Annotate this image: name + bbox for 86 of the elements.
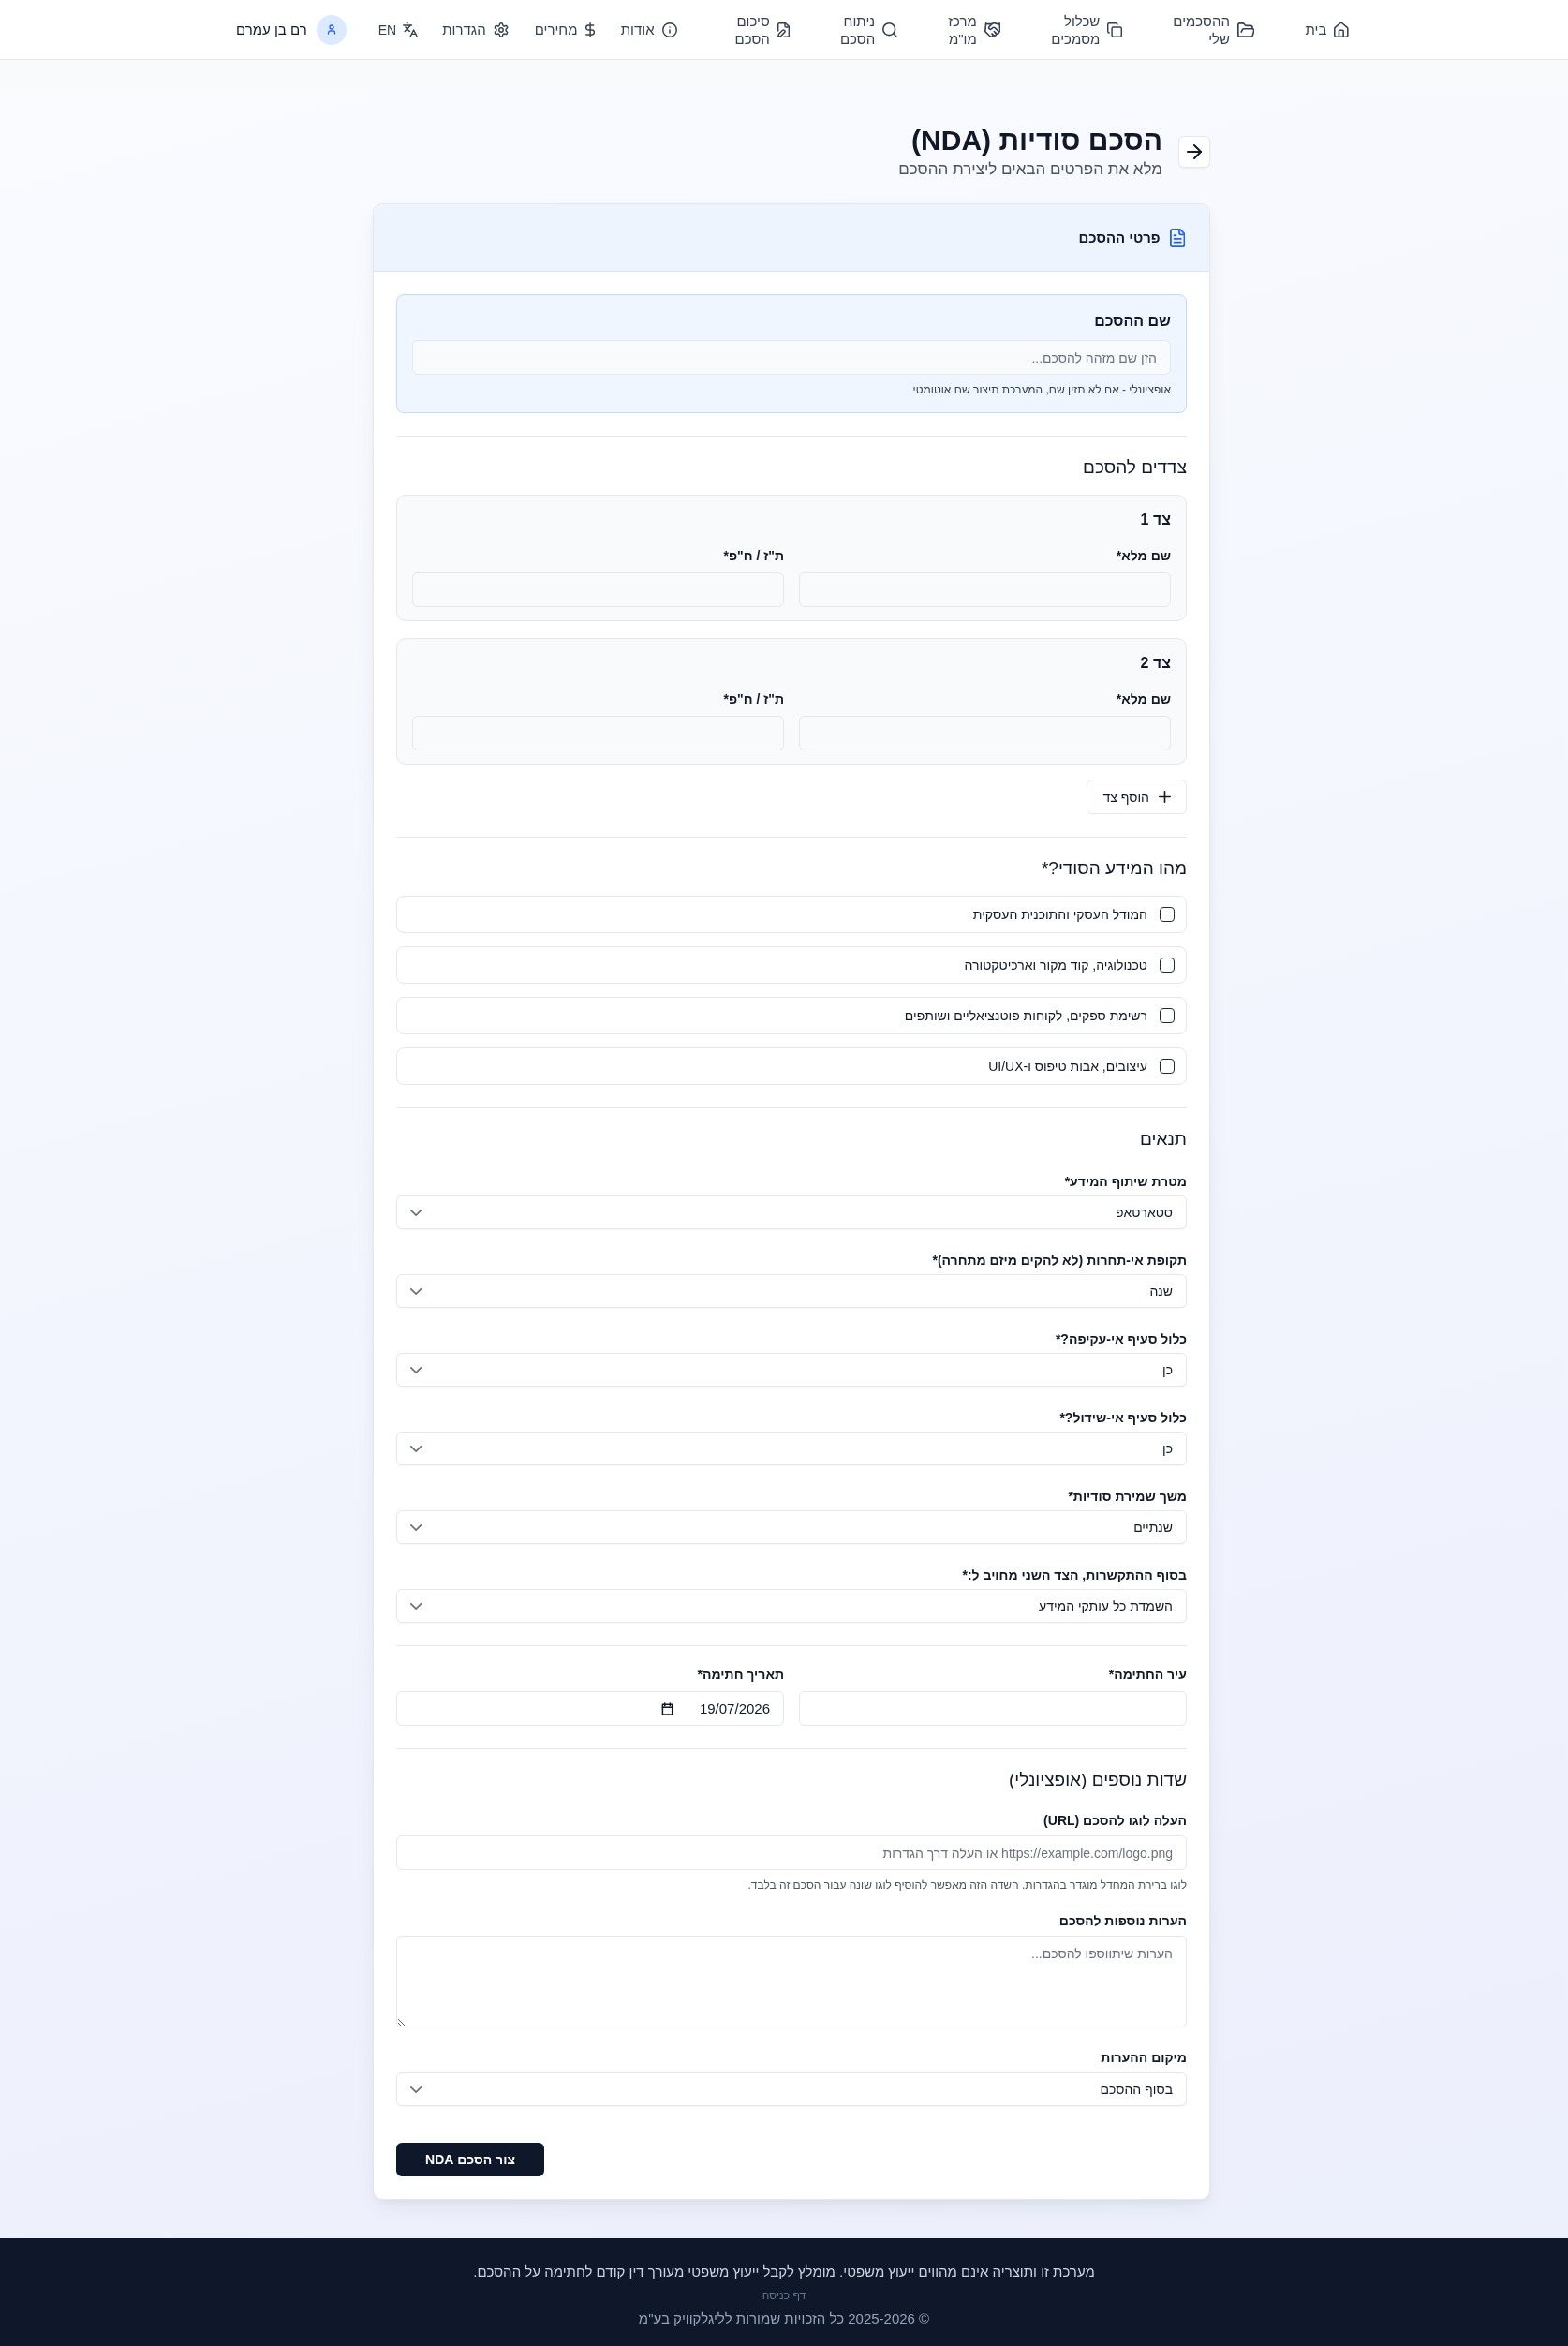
chevron-down-icon xyxy=(410,1287,422,1295)
chevron-down-icon xyxy=(410,2086,422,2093)
user-menu[interactable]: רם בן עמרם xyxy=(236,14,347,45)
select-field[interactable]: כן xyxy=(396,1432,1187,1465)
document-icon xyxy=(1169,228,1185,247)
field-label: הערות נוספות להסכם xyxy=(1058,1912,1187,1930)
user-avatar-icon xyxy=(316,14,347,45)
chevron-down-icon xyxy=(410,1602,422,1610)
handshake-icon xyxy=(984,22,1001,37)
folder-icon xyxy=(1236,22,1255,37)
section-heading: מהו המידע הסודי?* xyxy=(1040,857,1187,880)
field-label: בסוף ההתקשרות, הצד השני מחויב ל:* xyxy=(961,1566,1187,1584)
disclaimer-text: מערכת זו ותוצריה אינם מהווים ייעוץ משפטי. מומלץ לקבל ייעוץ משפטי מעורך דין קודם לחתימה על ההסכם. xyxy=(472,2264,1096,2280)
footer-link[interactable]: דף כניסה xyxy=(762,2289,806,2302)
submit-button[interactable]: צור הסכם NDA xyxy=(396,2143,544,2176)
field-label: שם ההסכם xyxy=(1093,312,1171,331)
date-field[interactable]: 19/07/2026 xyxy=(396,1691,784,1726)
arrow-right-icon xyxy=(1187,144,1202,159)
back-button[interactable] xyxy=(1178,136,1210,168)
nav-link[interactable]: הגדרות xyxy=(442,21,509,38)
chevron-down-icon xyxy=(410,1366,422,1373)
checkbox-option[interactable]: רשימת ספקים, לקוחות פוטנציאליים ושותפים xyxy=(396,997,1187,1034)
field-label: שם מלא* xyxy=(1115,547,1171,565)
field-label: משך שמירת סודיות* xyxy=(1067,1488,1187,1506)
help-text: אופציונלי - אם לא תזין שם, המערכת תיצור שם אוטומטי xyxy=(911,382,1171,397)
select-field[interactable]: השמדת כל עותקי המידע xyxy=(396,1589,1187,1623)
field-label: ת"ז / ח"פ* xyxy=(722,547,784,565)
add-party-button[interactable]: הוסף צד xyxy=(1087,780,1187,814)
section-heading: צדדים להסכם xyxy=(1082,456,1187,479)
card-title: פרטי ההסכם xyxy=(1078,230,1161,245)
select-field[interactable]: כן xyxy=(396,1353,1187,1387)
text-input[interactable] xyxy=(799,1691,1187,1726)
section-heading: שדות נוספים (אופציונלי) xyxy=(1008,1769,1187,1791)
select-field[interactable]: שנתיים xyxy=(396,1510,1187,1544)
help-text: לוגו ברירת המחדל מוגדר בהגדרות. השדה הזה מאפשר להוסיף לוגו שונה עבור הסכם זה בלבד. xyxy=(747,1878,1187,1893)
field-label: כלול סעיף אי-עקיפה?* xyxy=(1054,1330,1187,1348)
copyright-text: © 2025-2026 כל הזכויות שמורות לליגלקוויק בע"מ xyxy=(637,2310,931,2327)
nav-link[interactable]: מחירים xyxy=(534,21,595,38)
nav-link[interactable]: שכלול מסמכים xyxy=(1051,11,1123,48)
checkbox-option[interactable]: עיצובים, אבות טיפוס ו-UI/UX xyxy=(396,1047,1187,1085)
nav-link[interactable]: ההסכמים שלי xyxy=(1173,11,1255,48)
copy-icon xyxy=(1107,22,1123,37)
checkbox-option[interactable]: טכנולוגיה, קוד מקור וארכיטקטורה xyxy=(396,946,1187,984)
page-subtitle: מלא את הפרטים הבאים ליצירת ההסכם xyxy=(898,159,1162,180)
nav-link[interactable]: ניתוח הסכם xyxy=(839,11,898,48)
select-field[interactable]: שנה xyxy=(396,1274,1187,1308)
nav-link[interactable]: סיכום הסכם xyxy=(734,11,790,48)
nav-link[interactable]: מרכז מו"מ xyxy=(948,11,1001,48)
field-label: מטרת שיתוף המידע* xyxy=(1063,1173,1187,1191)
party-title: צד 1 xyxy=(1139,511,1171,529)
field-label: תקופת אי-תחרות (לא להקים מיזם מתחרה)* xyxy=(931,1252,1187,1270)
checkbox[interactable] xyxy=(1160,958,1175,973)
settings-icon xyxy=(493,22,509,37)
search-icon xyxy=(882,22,898,37)
checkbox[interactable] xyxy=(1160,1008,1175,1023)
checkbox[interactable] xyxy=(1160,907,1175,922)
textarea-field[interactable]: הערות שיתווספו להסכם... xyxy=(396,1936,1187,2027)
plus-icon xyxy=(1159,791,1171,803)
party-title: צד 2 xyxy=(1139,654,1171,673)
chevron-down-icon xyxy=(410,1445,422,1452)
home-icon xyxy=(1334,22,1349,37)
calendar-icon xyxy=(660,1701,673,1715)
dollar-icon xyxy=(584,22,595,37)
section-heading: תנאים xyxy=(1139,1128,1187,1151)
field-label: ת"ז / ח"פ* xyxy=(722,690,784,708)
file-pen-icon xyxy=(777,22,790,37)
field-label: שם מלא* xyxy=(1115,690,1171,708)
checkbox-option[interactable]: המודל העסקי והתוכנית העסקית xyxy=(396,896,1187,933)
select-field[interactable]: סטארטאפ xyxy=(396,1195,1187,1229)
info-icon xyxy=(661,22,677,37)
chevron-down-icon xyxy=(410,1523,422,1531)
checkbox[interactable] xyxy=(1160,1059,1175,1074)
field-label: העלה לוגו להסכם (URL) xyxy=(1043,1812,1187,1830)
chevron-down-icon xyxy=(410,1209,422,1216)
field-label: מיקום ההערות xyxy=(1100,2049,1187,2067)
language-button[interactable]: EN xyxy=(377,22,419,37)
translate-icon xyxy=(403,22,419,37)
field-label: כלול סעיף אי-שידול?* xyxy=(1058,1409,1187,1427)
field-label: עיר החתימה* xyxy=(1107,1666,1187,1684)
text-input[interactable]: https://example.com/logo.png או העלה דרך הגדרות xyxy=(396,1835,1187,1870)
page-title: הסכם סודיות (NDA) xyxy=(910,124,1162,157)
select-field[interactable]: בסוף ההסכם xyxy=(396,2072,1187,2106)
nav-link[interactable]: אודות xyxy=(620,21,677,38)
text-input[interactable]: הזן שם מזהה להסכם... xyxy=(412,340,1171,375)
nav-link[interactable]: בית xyxy=(1305,21,1349,38)
field-label: תאריך חתימה* xyxy=(696,1666,784,1684)
